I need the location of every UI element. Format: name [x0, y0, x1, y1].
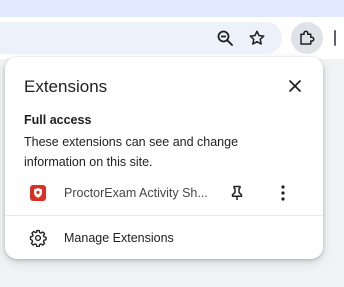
- pin-icon: [231, 185, 243, 200]
- manage-extensions-row[interactable]: Manage Extensions: [5, 223, 323, 253]
- extension-name[interactable]: ProctorExam Activity Sh...: [64, 186, 214, 200]
- extension-row[interactable]: ProctorExam Activity Sh...: [5, 178, 323, 208]
- manage-extensions-label[interactable]: Manage Extensions: [64, 231, 174, 245]
- divider: [5, 215, 323, 216]
- proctorexam-shield-icon: [30, 185, 46, 201]
- more-options-button[interactable]: [273, 183, 293, 203]
- tab-strip: [0, 0, 344, 17]
- zoom-button[interactable]: [211, 24, 239, 52]
- panel-title: Extensions: [24, 77, 108, 96]
- more-vert-icon: [281, 185, 285, 201]
- zoom-out-icon: [217, 30, 233, 46]
- close-button[interactable]: [284, 75, 306, 97]
- menu-icon-partial[interactable]: [334, 30, 336, 46]
- star-icon: [249, 30, 265, 45]
- section-description: These extensions can see and change info…: [24, 135, 239, 169]
- address-bar[interactable]: [0, 22, 282, 54]
- extensions-button[interactable]: [291, 22, 323, 54]
- extensions-panel: Extensions Full access These extensions …: [5, 57, 323, 259]
- section-title: Full access: [24, 113, 92, 127]
- gear-icon: [29, 229, 47, 247]
- extensions-puzzle-icon: [300, 30, 315, 45]
- close-icon: [289, 80, 301, 92]
- bookmark-button[interactable]: [243, 24, 271, 52]
- pin-button[interactable]: [227, 183, 247, 203]
